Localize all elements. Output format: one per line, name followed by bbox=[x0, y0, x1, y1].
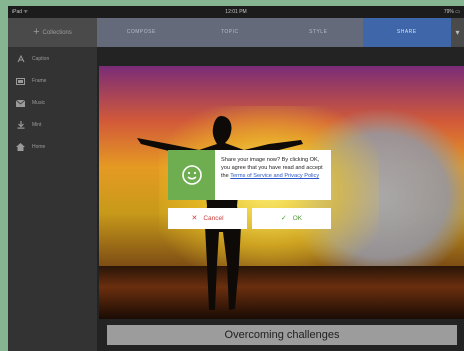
sidebar-item-music[interactable]: Music bbox=[8, 93, 97, 113]
close-icon: ✕ bbox=[191, 215, 198, 222]
image-caption[interactable]: Overcoming challenges bbox=[107, 325, 457, 345]
tab-compose[interactable]: COMPOSE bbox=[97, 18, 186, 47]
share-dialog: Share your image now? By clicking OK, yo… bbox=[168, 150, 331, 229]
ok-label: OK bbox=[292, 215, 303, 222]
text-icon bbox=[16, 55, 25, 63]
dialog-body: Share your image now? By clicking OK, yo… bbox=[168, 150, 331, 200]
dialog-icon-panel bbox=[168, 150, 215, 200]
sidebar-item-label: Music bbox=[32, 100, 46, 106]
mail-icon bbox=[16, 99, 25, 107]
checkmark-icon: ✓ bbox=[280, 215, 287, 222]
ok-button[interactable]: ✓ OK bbox=[252, 208, 331, 229]
sidebar-item-frame[interactable]: Frame bbox=[8, 71, 97, 91]
sidebar-item-label: Mint bbox=[32, 122, 42, 128]
sidebar-item-caption[interactable]: Caption bbox=[8, 49, 97, 69]
cancel-label: Cancel bbox=[203, 215, 224, 222]
frame-icon bbox=[16, 77, 25, 85]
clock: 12:01 PM bbox=[225, 9, 247, 15]
sidebar-item-mint[interactable]: Mint bbox=[8, 115, 97, 135]
download-icon bbox=[16, 121, 25, 129]
cancel-button[interactable]: ✕ Cancel bbox=[168, 208, 247, 229]
sidebar: Caption Frame Music Mint Home bbox=[8, 47, 97, 351]
sidebar-item-home[interactable]: Home bbox=[8, 137, 97, 157]
battery-indicator: 79% ▭ bbox=[443, 9, 460, 15]
sidebar-item-label: Home bbox=[32, 144, 46, 150]
app-window: iPad ᯤ 12:01 PM 79% ▭ + Collections COMPO… bbox=[8, 6, 464, 351]
collections-button[interactable]: + Collections bbox=[8, 18, 97, 47]
chevron-down-icon[interactable]: ▾ bbox=[451, 18, 464, 47]
collections-label: Collections bbox=[42, 30, 72, 37]
tab-style[interactable]: STYLE bbox=[274, 18, 363, 47]
sidebar-item-label: Frame bbox=[32, 78, 47, 84]
terms-link[interactable]: Terms of Service and Privacy Policy bbox=[230, 173, 319, 179]
dialog-message: Share your image now? By clicking OK, yo… bbox=[221, 156, 329, 180]
sidebar-item-label: Caption bbox=[32, 56, 50, 62]
smiley-icon bbox=[181, 165, 202, 185]
tab-share[interactable]: SHARE bbox=[362, 18, 451, 47]
top-bar: + Collections COMPOSE TOPIC STYLE SHARE ▾ bbox=[8, 18, 464, 47]
plus-icon: + bbox=[33, 26, 40, 38]
status-bar: iPad ᯤ 12:01 PM 79% ▭ bbox=[8, 6, 464, 18]
home-icon bbox=[16, 143, 25, 151]
tab-topic[interactable]: TOPIC bbox=[186, 18, 275, 47]
step-tabs: COMPOSE TOPIC STYLE SHARE bbox=[97, 18, 451, 47]
